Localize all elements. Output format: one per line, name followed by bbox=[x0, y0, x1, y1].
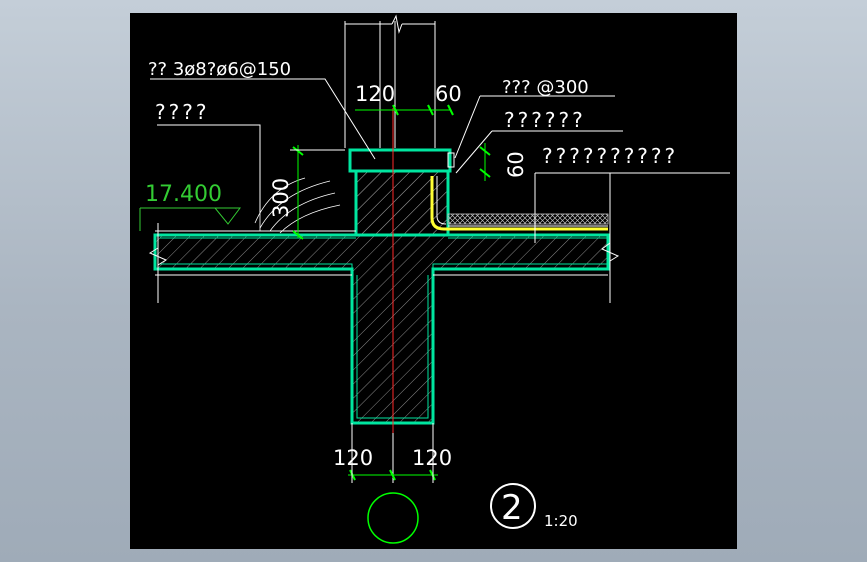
axis-bubble bbox=[367, 492, 419, 544]
dim-left-height: 300 bbox=[269, 178, 293, 218]
dim-top-left: 120 bbox=[355, 82, 395, 106]
rebar-note: ?? 3ø8?ø6@150 bbox=[148, 59, 291, 80]
section-detail-drawing: ?? 3ø8?ø6@150 ???? ??? @300 ?????? ?????… bbox=[139, 14, 730, 544]
elevation-marker bbox=[139, 207, 241, 231]
top-right-note: ??? @300 bbox=[502, 77, 589, 98]
cad-drawing-canvas: ?? 3ø8?ø6@150 ???? ??? @300 ?????? ?????… bbox=[130, 13, 737, 549]
left-vertical-dimension bbox=[290, 145, 345, 240]
dim-side-upturn: 60 bbox=[504, 151, 528, 178]
detail-scale: 1:20 bbox=[544, 512, 578, 530]
left-note: ???? bbox=[155, 100, 209, 124]
elevation-value: 17.400 bbox=[145, 182, 222, 207]
concrete-slab-and-beam bbox=[153, 148, 610, 425]
right-note-2: ?????????? bbox=[542, 144, 678, 168]
right-note-1: ?????? bbox=[504, 108, 586, 132]
top-dimension bbox=[355, 104, 454, 116]
dim-top-right: 60 bbox=[435, 82, 462, 106]
detail-number: 2 bbox=[501, 488, 523, 528]
dim-bottom-right: 120 bbox=[412, 446, 452, 470]
right-vertical-dimension bbox=[479, 143, 491, 181]
dim-bottom-left: 120 bbox=[333, 446, 373, 470]
